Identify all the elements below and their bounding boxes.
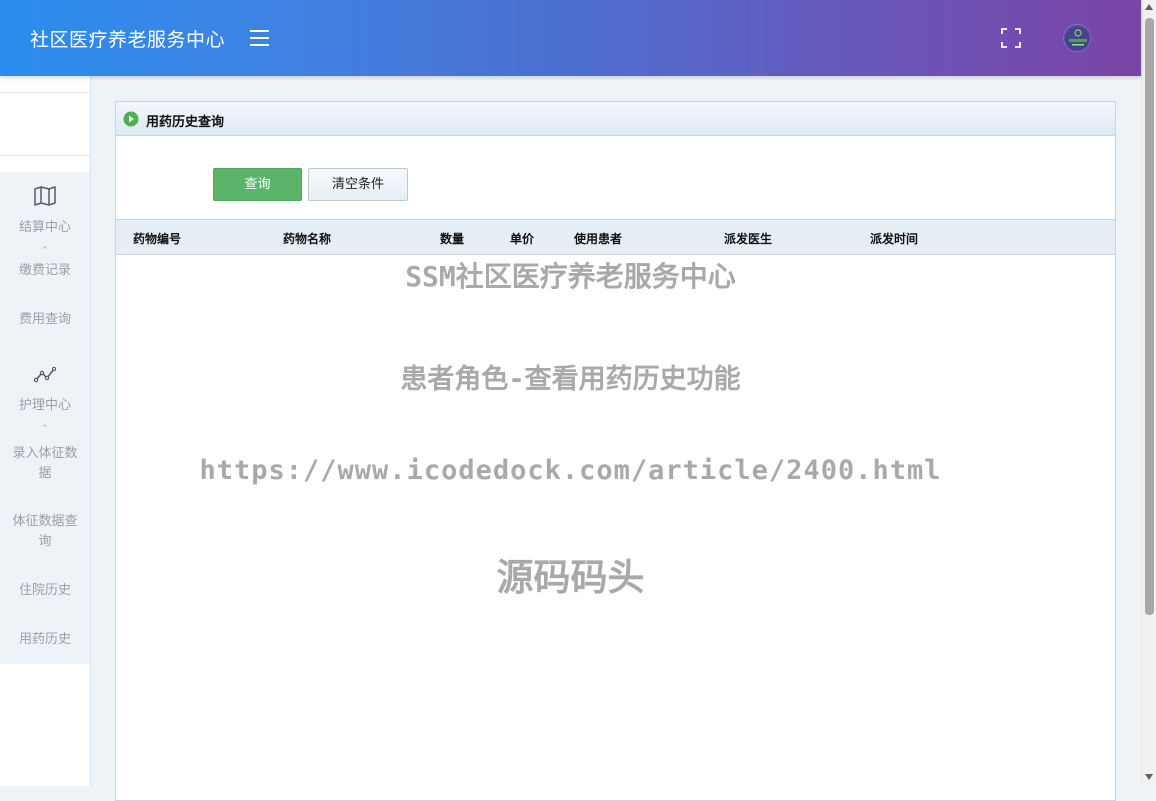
sidebar-item-medication-history[interactable]: 用药历史 — [0, 630, 90, 650]
fullscreen-icon[interactable] — [999, 26, 1023, 50]
hamburger-icon[interactable] — [249, 29, 271, 47]
table-header: 药物编号 药物名称 数量 单价 使用患者 派发医生 派发时间 — [116, 219, 1115, 255]
vertical-scrollbar[interactable] — [1141, 0, 1156, 786]
clear-conditions-button[interactable]: 清空条件 — [308, 168, 408, 201]
sidebar-item-payment-records[interactable]: 缴费记录 — [0, 261, 90, 281]
query-button[interactable]: 查询 — [213, 168, 302, 201]
column-header[interactable]: 派发医生 — [724, 230, 772, 247]
chevron-up-icon: ‸ — [43, 414, 47, 427]
scrollbar-thumb[interactable] — [1145, 18, 1154, 615]
column-header[interactable]: 药物名称 — [283, 230, 331, 247]
column-header[interactable]: 药物编号 — [133, 230, 181, 247]
sidebar-menu: 结算中心 ‸ 缴费记录 费用查询 护理中心 ‸ 录入体征数据 体征数据查询 住院… — [0, 172, 90, 664]
column-header[interactable]: 单价 — [510, 230, 534, 247]
column-header[interactable]: 数量 — [440, 230, 464, 247]
sidebar-group-label: 护理中心 — [18, 398, 71, 413]
sidebar-group-label: 结算中心 — [18, 220, 71, 235]
sidebar-item-enter-vitals[interactable]: 录入体征数据 — [0, 444, 90, 484]
user-avatar-icon[interactable] — [1063, 24, 1091, 52]
divider — [0, 92, 90, 93]
play-circle-icon — [123, 111, 139, 127]
panel-title: 用药历史查询 — [146, 115, 225, 130]
panel-header: 用药历史查询 — [116, 102, 1115, 136]
sidebar-group-billing[interactable]: 结算中心 ‸ — [0, 186, 90, 249]
sidebar-item-vitals-query[interactable]: 体征数据查询 — [0, 512, 90, 552]
sidebar: 结算中心 ‸ 缴费记录 费用查询 护理中心 ‸ 录入体征数据 体征数据查询 住院… — [0, 76, 91, 786]
line-chart-icon — [0, 366, 90, 388]
sidebar-item-fee-query[interactable]: 费用查询 — [0, 310, 90, 330]
column-header[interactable]: 派发时间 — [870, 230, 918, 247]
app-title: 社区医疗养老服务中心 — [30, 29, 226, 51]
sidebar-item-hospitalization-history[interactable]: 住院历史 — [0, 581, 90, 601]
medication-history-panel: 用药历史查询 查询 清空条件 药物编号 药物名称 数量 单价 使用患者 派发医生… — [115, 101, 1116, 801]
divider — [0, 155, 90, 156]
sidebar-group-nursing[interactable]: 护理中心 ‸ — [0, 366, 90, 427]
column-header[interactable]: 使用患者 — [574, 230, 622, 247]
scroll-down-arrow-icon[interactable] — [1145, 774, 1153, 780]
chevron-up-icon: ‸ — [43, 236, 47, 249]
map-icon — [0, 186, 90, 210]
top-header: 社区医疗养老服务中心 — [0, 0, 1141, 76]
scroll-up-arrow-icon[interactable] — [1145, 4, 1153, 10]
